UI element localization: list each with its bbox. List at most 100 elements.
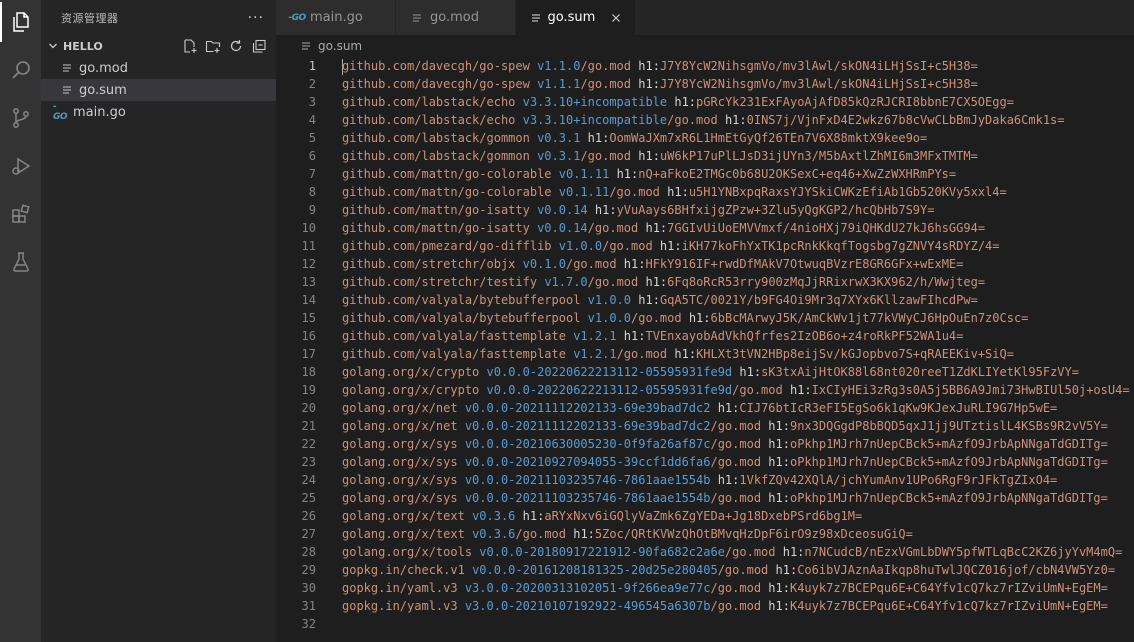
gomod-suffix: /go.mod <box>515 527 566 541</box>
explorer-sidebar: 资源管理器 ··· HELLO go.mod go.sum -GO main.g… <box>41 0 276 642</box>
close-icon[interactable] <box>609 10 623 26</box>
hash-key: h1: <box>768 419 790 433</box>
code-line: 32 <box>276 615 1134 633</box>
testing-icon[interactable] <box>0 242 41 282</box>
file-go-sum[interactable]: go.sum <box>41 79 276 101</box>
code-text: github.com/labstack/echo v3.3.10+incompa… <box>342 111 1065 129</box>
refresh-icon[interactable] <box>227 37 245 55</box>
module-version: v0.1.11 <box>558 167 610 181</box>
tab-go-sum[interactable]: go.sum <box>516 0 636 35</box>
hash-value: 1VkfZQv42XQlA/jchYumAnv1UPo6RgF9rJFkTgZI… <box>739 473 1058 487</box>
line-number: 14 <box>301 293 316 307</box>
hash-key: h1: <box>638 293 660 307</box>
module-path: gopkg.in/yaml.v3 <box>342 581 458 595</box>
code-line: 21 golang.org/x/net v0.0.0-20211112202133… <box>276 417 1134 435</box>
lines-file-icon <box>408 12 426 24</box>
hash-key: h1: <box>768 455 790 469</box>
gomod-suffix: /go.mod <box>609 185 660 199</box>
hash-value: J7Y8YcW2NihsgmVo/mv3lAwl/skON4iLHjSsI+c5… <box>659 77 978 91</box>
module-version: v0.1.11 <box>558 185 610 199</box>
line-number: 22 <box>301 437 316 451</box>
code-line: 27 golang.org/x/text v0.3.6/go.mod h1:5Zo… <box>276 525 1134 543</box>
hash-value: sK3txAijHtOK88l68nt020reeT1ZdKLIYetKl95F… <box>761 365 1079 379</box>
code-text: github.com/labstack/gommon v0.3.1/go.mod… <box>342 147 978 165</box>
hash-value: 0INS7j/VjnFxD4E2wkz67b8cVwCLbBmJyDaka6Cm… <box>746 113 1065 127</box>
module-version: v3.3.10+incompatible <box>522 95 668 109</box>
code-editor[interactable]: 1 github.com/davecgh/go-spew v1.1.0/go.mo… <box>276 57 1134 642</box>
code-line: 5 github.com/labstack/gommon v0.3.1 h1:Oo… <box>276 129 1134 147</box>
hash-value: 5Zoc/QRtKVWzQhOtBMvqHzDpF6irO9z98xDceosu… <box>594 527 913 541</box>
hash-value: K4uyk7z7BCEPqu6E+C64Yfv1cQ7kz7rIZviUmN+E… <box>789 581 1108 595</box>
module-version: v0.0.0-20210630005230-0f9fa26af87c <box>464 437 711 451</box>
code-line: 8 github.com/mattn/go-colorable v0.1.11/g… <box>276 183 1134 201</box>
hash-value: K4uyk7z7BCEPqu6E+C64Yfv1cQ7kz7rIZviUmN+E… <box>789 599 1108 613</box>
more-actions-button[interactable]: ··· <box>248 10 264 26</box>
tab-main-go[interactable]: -GO main.go <box>276 0 396 35</box>
module-path: golang.org/x/text <box>342 509 465 523</box>
hash-key: h1: <box>768 599 790 613</box>
tab-go-mod[interactable]: go.mod <box>396 0 516 35</box>
module-path: golang.org/x/net <box>342 419 458 433</box>
module-path: github.com/labstack/gommon <box>342 149 530 163</box>
module-version: v3.0.0-20210107192922-496545a6307b <box>464 599 711 613</box>
gomod-suffix: /go.mod <box>724 545 776 559</box>
hash-key: h1: <box>717 473 740 487</box>
search-icon[interactable] <box>0 50 41 90</box>
collapse-all-icon[interactable] <box>250 37 268 55</box>
hash-value: 6Fq8oRcR53rry900zMqJjRRixrwX3KX962/h/Wwj… <box>667 275 986 289</box>
code-text: github.com/valyala/bytebufferpool v1.0.0… <box>342 291 978 309</box>
module-path: github.com/mattn/go-isatty <box>342 221 530 235</box>
extensions-icon[interactable] <box>0 194 41 234</box>
source-control-icon[interactable] <box>0 98 41 138</box>
code-line: 4 github.com/labstack/echo v3.3.10+incomp… <box>276 111 1134 129</box>
explorer-icon[interactable] <box>0 2 41 42</box>
module-path: gopkg.in/check.v1 <box>342 563 465 577</box>
hash-key: h1: <box>667 185 689 199</box>
code-text: github.com/mattn/go-isatty v0.0.14/go.mo… <box>342 219 985 237</box>
code-text: github.com/davecgh/go-spew v1.1.1/go.mod… <box>342 75 978 93</box>
run-debug-icon[interactable] <box>0 146 41 186</box>
line-number: 16 <box>301 329 316 343</box>
module-path: gopkg.in/yaml.v3 <box>342 599 458 613</box>
go-file-icon: -GO <box>288 12 306 23</box>
module-version: v1.0.0 <box>558 239 603 253</box>
lines-file-icon <box>528 12 543 24</box>
new-file-icon[interactable] <box>181 37 199 55</box>
hash-value: OomWaJXm7xR6L1HmEtGyQf26TEn7V6X88mktX9ke… <box>609 131 928 145</box>
gomod-suffix: /go.mod <box>616 347 668 361</box>
code-text: gopkg.in/check.v1 v0.0.0-20161208181325-… <box>342 561 1115 579</box>
code-line: 6 github.com/labstack/gommon v0.3.1/go.mo… <box>276 147 1134 165</box>
gomod-suffix: /go.mod <box>732 383 783 397</box>
code-text: golang.org/x/net v0.0.0-20211112202133-6… <box>342 399 1057 417</box>
module-version: v0.1.0 <box>522 257 566 271</box>
code-text: gopkg.in/yaml.v3 v3.0.0-20200313102051-9… <box>342 579 1108 597</box>
module-version: v0.3.1 <box>537 131 581 145</box>
line-number: 1 <box>308 59 316 73</box>
hash-value: IxCIyHEi3zRg3s0A5j5BB6A9Jmi73HwBIUl50j+o… <box>811 383 1130 397</box>
file-main-go[interactable]: -GO main.go <box>41 101 276 123</box>
breadcrumb-file[interactable]: go.sum <box>318 39 362 53</box>
hash-key: h1: <box>688 311 711 325</box>
module-version: v1.2.1 <box>573 329 617 343</box>
line-number: 29 <box>301 563 316 577</box>
hash-value: CIJ76btIcR3eFI5EgSo6k1qKw9KJexJuRLI9G7Hp… <box>739 401 1058 415</box>
code-line: 1 github.com/davecgh/go-spew v1.1.0/go.mo… <box>276 57 1134 75</box>
module-version: v1.7.0 <box>544 275 588 289</box>
module-path: github.com/labstack/echo <box>342 113 516 127</box>
module-path: golang.org/x/crypto <box>342 365 480 379</box>
folder-hello[interactable]: HELLO <box>41 35 276 57</box>
line-number: 25 <box>301 491 316 505</box>
line-number: 27 <box>301 527 316 541</box>
hash-value: oPkhp1MJrh7nUepCBck5+mAzfO9JrbApNNgaTdGD… <box>789 491 1108 505</box>
file-go-mod[interactable]: go.mod <box>41 57 276 79</box>
code-line: 30 gopkg.in/yaml.v3 v3.0.0-20200313102051… <box>276 579 1134 597</box>
code-line: 15 github.com/valyala/bytebufferpool v1.0… <box>276 309 1134 327</box>
module-version: v0.0.0-20220622213112-05595931fe9d <box>486 383 733 397</box>
hash-key: h1: <box>724 113 747 127</box>
code-text: golang.org/x/net v0.0.0-20211112202133-6… <box>342 417 1108 435</box>
code-line: 29 gopkg.in/check.v1 v0.0.0-2016120818132… <box>276 561 1134 579</box>
module-version: v0.3.6 <box>472 509 516 523</box>
hash-key: h1: <box>587 131 610 145</box>
new-folder-icon[interactable] <box>204 37 222 55</box>
module-version: v3.0.0-20200313102051-9f266ea9e77c <box>464 581 711 595</box>
